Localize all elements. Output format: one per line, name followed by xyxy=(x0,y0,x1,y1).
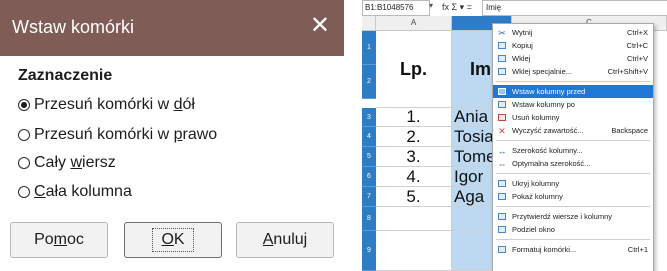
row-header[interactable]: 7 xyxy=(362,187,376,207)
insert-column-before-icon xyxy=(497,87,507,97)
radio-shift-down[interactable]: Przesuń komórki w dół xyxy=(18,96,195,114)
menu-separator xyxy=(496,239,650,240)
menu-item-freeze[interactable]: Przytwierdź wiersze i kolumny xyxy=(493,210,653,223)
menu-separator xyxy=(496,140,650,141)
radio-icon[interactable] xyxy=(18,157,30,169)
clear-icon: ✕ xyxy=(498,125,506,136)
column-header-a[interactable]: A xyxy=(376,16,452,30)
menu-separator xyxy=(496,81,650,82)
menu-item-paste-special[interactable]: Wklej specjalnie... Ctrl+Shift+V xyxy=(493,65,653,78)
row-header[interactable]: 2 xyxy=(362,65,376,99)
row-header[interactable]: 6 xyxy=(362,167,376,187)
menu-item-paste[interactable]: Wklej Ctrl+V xyxy=(493,52,653,65)
cancel-button[interactable]: Anuluj xyxy=(236,222,334,258)
dialog-title: Wstaw komórki xyxy=(12,17,135,37)
name-box[interactable]: B1:B1048576 xyxy=(362,0,430,16)
optimal-width-icon: ⇔ xyxy=(497,158,507,169)
cell-empty[interactable] xyxy=(376,231,452,271)
formula-icons[interactable]: fx Σ ▾ = xyxy=(442,0,472,14)
menu-item-copy[interactable]: Kopiuj Ctrl+C xyxy=(493,39,653,52)
menu-item-cut[interactable]: ✂ Wytnij Ctrl+X xyxy=(493,26,653,39)
menu-item-show-columns[interactable]: Pokaż kolumny xyxy=(493,190,653,203)
menu-separator xyxy=(496,206,650,207)
row-header[interactable]: 3 xyxy=(362,108,376,127)
insert-cells-dialog: Wstaw komórki ✕ Zaznaczenie Przesuń komó… xyxy=(0,0,344,271)
format-cells-icon xyxy=(497,245,507,255)
row-header[interactable]: 4 xyxy=(362,127,376,147)
cell-lp[interactable]: 1. xyxy=(376,107,452,127)
radio-label: Przesuń komórki w prawo xyxy=(34,126,218,143)
radio-icon-checked[interactable] xyxy=(18,99,30,111)
paste-special-icon xyxy=(497,67,507,77)
formula-input[interactable]: Imię xyxy=(482,0,667,16)
header-cell-lp[interactable]: Lp. xyxy=(376,31,452,108)
radio-icon[interactable] xyxy=(18,186,30,198)
radio-icon[interactable] xyxy=(18,129,30,141)
radio-label: Przesuń komórki w dół xyxy=(34,96,195,113)
close-icon[interactable]: ✕ xyxy=(310,12,330,40)
row-header[interactable]: 5 xyxy=(362,147,376,167)
cell-lp[interactable]: 5. xyxy=(376,187,452,207)
chevron-down-icon[interactable]: ▾ xyxy=(429,1,433,10)
menu-item-insert-columns-after[interactable]: Wstaw kolumny po xyxy=(493,98,653,111)
menu-separator xyxy=(496,173,650,174)
cell-lp[interactable]: 2. xyxy=(376,127,452,147)
cell-lp[interactable]: 4. xyxy=(376,167,452,187)
menu-item-insert-columns-before[interactable]: Wstaw kolumny przed xyxy=(493,85,653,98)
column-width-icon: ↔ xyxy=(497,145,507,156)
paste-icon xyxy=(497,54,507,64)
spreadsheet: B1:B1048576 ▾ fx Σ ▾ = Imię A C 1 2 3 4 … xyxy=(362,0,667,271)
menu-item-hide-columns[interactable]: Ukryj kolumny xyxy=(493,177,653,190)
radio-label: Cała kolumna xyxy=(34,183,132,200)
cell-lp[interactable]: 3. xyxy=(376,147,452,167)
context-menu: ✂ Wytnij Ctrl+X Kopiuj Ctrl+C Wklej Ctrl… xyxy=(492,23,654,271)
radio-label: Cały wiersz xyxy=(34,154,116,171)
split-window-icon xyxy=(497,225,507,235)
menu-item-optimal-width[interactable]: ⇔ Optymalna szerokość... xyxy=(493,157,653,170)
corner-cell[interactable] xyxy=(362,16,376,30)
cell-empty[interactable] xyxy=(376,207,452,231)
freeze-icon xyxy=(497,212,507,222)
menu-item-split-window[interactable]: Podziel okno xyxy=(493,223,653,236)
dialog-titlebar: Wstaw komórki ✕ xyxy=(0,0,344,56)
row-header[interactable]: 9 xyxy=(362,231,376,271)
dialog-body: Zaznaczenie Przesuń komórki w dół Przesu… xyxy=(0,56,344,271)
insert-column-after-icon xyxy=(497,100,507,110)
radio-entire-column[interactable]: Cała kolumna xyxy=(18,183,132,201)
copy-icon xyxy=(497,41,507,51)
row-header[interactable]: 8 xyxy=(362,207,376,231)
scissors-icon: ✂ xyxy=(498,27,506,38)
hide-columns-icon xyxy=(497,179,507,189)
ok-button[interactable]: OK xyxy=(124,222,222,258)
radio-shift-right[interactable]: Przesuń komórki w prawo xyxy=(18,126,217,144)
menu-item-column-width[interactable]: ↔ Szerokość kolumny... xyxy=(493,144,653,157)
section-heading: Zaznaczenie xyxy=(18,67,113,84)
row-header[interactable]: 1 xyxy=(362,31,376,65)
show-columns-icon xyxy=(497,192,507,202)
help-button[interactable]: Po m oc xyxy=(10,222,108,258)
menu-item-delete-columns[interactable]: Usuń kolumny xyxy=(493,111,653,124)
menu-item-clear-contents[interactable]: ✕ Wyczyść zawartość... Backspace xyxy=(493,124,653,137)
delete-column-icon xyxy=(497,113,507,123)
radio-entire-row[interactable]: Cały wiersz xyxy=(18,154,116,172)
menu-item-format-cells[interactable]: Formatuj komórki... Ctrl+1 xyxy=(493,243,653,256)
